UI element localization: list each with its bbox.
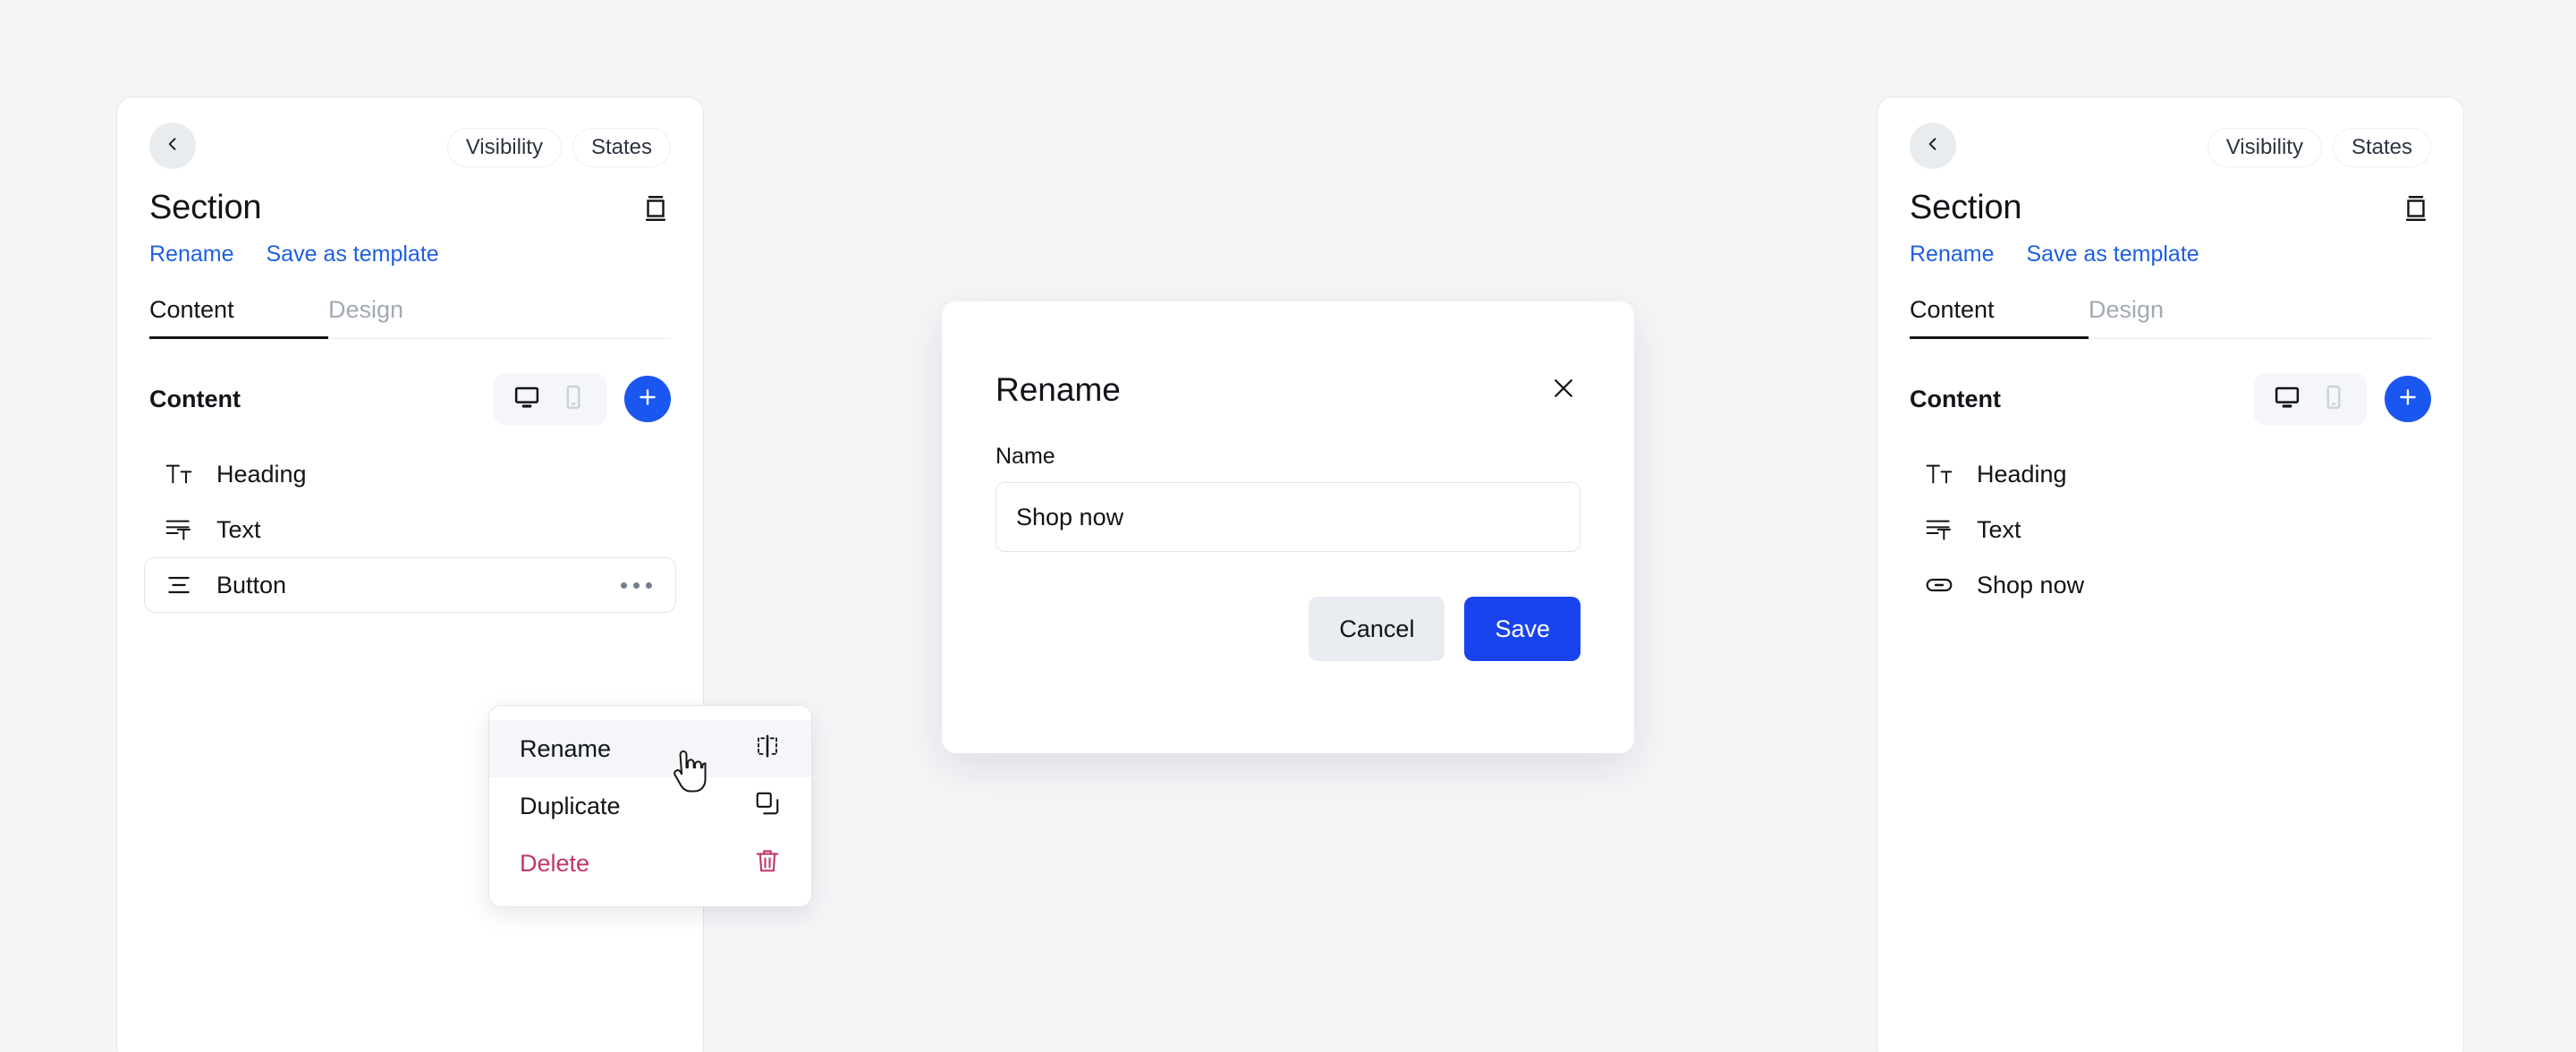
chevron-left-icon <box>164 135 182 157</box>
back-button[interactable] <box>149 123 196 169</box>
desktop-icon <box>2274 384 2301 415</box>
tab-content[interactable]: Content <box>149 296 328 338</box>
app-canvas: Visibility States Section Rename Save as… <box>0 0 2576 1052</box>
name-field-label: Name <box>996 444 1055 469</box>
menu-item-label: Delete <box>520 849 590 877</box>
section-panel-right: Visibility States Section Rename Save as… <box>1877 97 2464 1052</box>
panel-tabs: Content Design <box>1910 296 2431 339</box>
more-options-icon[interactable] <box>617 573 656 598</box>
list-item-button[interactable]: Button <box>144 557 676 613</box>
list-item-label: Text <box>216 515 261 543</box>
tab-design[interactable]: Design <box>328 296 507 338</box>
save-as-template-link[interactable]: Save as template <box>267 242 439 267</box>
rename-modal: Rename Name Cancel Save <box>942 301 1634 753</box>
content-block: Content <box>117 339 703 613</box>
frame-icon[interactable] <box>640 193 671 224</box>
text-icon <box>165 515 200 544</box>
panel-links: Rename Save as template <box>1910 242 2431 267</box>
list-item[interactable]: Heading <box>144 446 676 502</box>
heading-icon <box>165 460 200 488</box>
rename-link[interactable]: Rename <box>1910 242 1995 267</box>
menu-item-delete[interactable]: Delete <box>489 835 811 892</box>
add-element-button[interactable] <box>624 376 671 422</box>
content-section-label: Content <box>1910 385 2001 412</box>
menu-item-rename[interactable]: Rename <box>489 720 811 777</box>
visibility-pill[interactable]: Visibility <box>446 128 562 167</box>
modal-title: Rename <box>996 371 1121 408</box>
content-tools <box>494 373 671 425</box>
rename-link[interactable]: Rename <box>149 242 234 267</box>
desktop-view-button[interactable] <box>2267 380 2308 418</box>
content-tools <box>2254 373 2431 425</box>
content-section-label: Content <box>149 385 241 412</box>
list-item-label: Shop now <box>1977 571 2085 598</box>
text-cursor-icon <box>754 733 781 766</box>
panel-header: Visibility States Section Rename Save as… <box>117 98 703 339</box>
element-list-right: Heading Text Shop now <box>1904 446 2436 613</box>
list-item-label: Heading <box>1977 460 2067 488</box>
tab-content[interactable]: Content <box>1910 296 2089 338</box>
name-input[interactable] <box>996 482 1580 552</box>
menu-item-duplicate[interactable]: Duplicate <box>489 777 811 835</box>
visibility-pill[interactable]: Visibility <box>2207 128 2322 167</box>
device-toggle-group <box>2254 373 2367 425</box>
states-pill[interactable]: States <box>2332 128 2431 167</box>
mobile-icon <box>560 384 587 415</box>
section-panel-left: Visibility States Section Rename Save as… <box>116 97 704 1052</box>
list-item-label: Text <box>1977 515 2021 543</box>
list-item-label: Button <box>216 571 287 598</box>
panel-tabs: Content Design <box>149 296 671 339</box>
save-button[interactable]: Save <box>1464 597 1580 661</box>
content-header: Content <box>1904 339 2436 425</box>
button-shape-icon <box>1925 571 1961 599</box>
trash-icon <box>754 847 781 880</box>
close-icon[interactable] <box>1546 371 1580 410</box>
content-block: Content <box>1877 339 2463 613</box>
button-list-icon <box>165 571 200 599</box>
list-item[interactable]: Text <box>144 502 676 557</box>
modal-body: Name <box>942 444 1634 552</box>
states-pill[interactable]: States <box>572 128 671 167</box>
list-item-shop-now[interactable]: Shop now <box>1904 557 2436 613</box>
list-item-label: Heading <box>216 460 307 488</box>
page-title: Section <box>149 189 262 226</box>
modal-header: Rename <box>942 301 1634 410</box>
cancel-button[interactable]: Cancel <box>1309 597 1445 661</box>
mobile-view-button[interactable] <box>2313 380 2354 418</box>
back-button[interactable] <box>1910 123 1956 169</box>
duplicate-icon <box>754 790 781 823</box>
header-pill-group: Visibility States <box>446 128 671 167</box>
desktop-view-button[interactable] <box>506 380 547 418</box>
header-pill-group: Visibility States <box>2207 128 2431 167</box>
add-element-button[interactable] <box>2385 376 2431 422</box>
list-item[interactable]: Text <box>1904 502 2436 557</box>
context-menu: Rename Duplicate Delete <box>488 705 812 907</box>
list-item[interactable]: Heading <box>1904 446 2436 502</box>
mobile-icon <box>2320 384 2347 415</box>
page-title: Section <box>1910 189 2022 226</box>
device-toggle-group <box>494 373 606 425</box>
plus-icon <box>2396 386 2419 413</box>
desktop-icon <box>513 384 540 415</box>
element-list-left: Heading Text Button <box>144 446 676 613</box>
panel-header: Visibility States Section Rename Save as… <box>1877 98 2463 339</box>
menu-item-label: Duplicate <box>520 792 621 819</box>
panel-links: Rename Save as template <box>149 242 671 267</box>
content-header: Content <box>144 339 676 425</box>
panel-title-row: Section <box>1910 189 2431 227</box>
save-as-template-link[interactable]: Save as template <box>2027 242 2199 267</box>
tab-design[interactable]: Design <box>2089 296 2267 338</box>
modal-actions: Cancel Save <box>942 597 1634 661</box>
menu-item-label: Rename <box>520 734 612 762</box>
chevron-left-icon <box>1924 135 1942 157</box>
plus-icon <box>636 386 659 413</box>
frame-icon[interactable] <box>2401 193 2431 224</box>
panel-title-row: Section <box>149 189 671 227</box>
heading-icon <box>1925 460 1961 488</box>
text-icon <box>1925 515 1961 544</box>
mobile-view-button[interactable] <box>553 380 594 418</box>
